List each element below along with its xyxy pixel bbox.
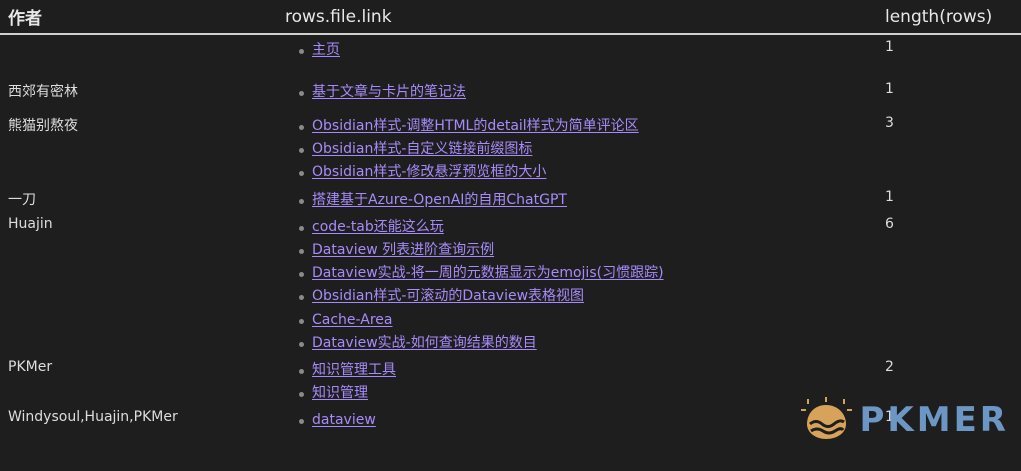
list-item: Dataview实战-将一周的元数据显示为emojis(习惯跟踪) — [299, 262, 876, 285]
count-cell: 3 — [885, 115, 894, 131]
links-cell: 知识管理工具 知识管理 — [277, 355, 877, 405]
pkmer-watermark: PKMER — [801, 397, 1009, 443]
list-item: 知识管理 — [299, 382, 876, 405]
list-item: 知识管理工具 — [299, 359, 876, 382]
author-cell: Windysoul,Huajin,PKMer — [8, 409, 178, 426]
author-cell: 西郊有密林 — [8, 84, 78, 100]
table-row: 西郊有密林 基于文章与卡片的笔记法 1 — [0, 77, 1021, 111]
note-link[interactable]: Dataview实战-如何查询结果的数目 — [312, 335, 537, 351]
count-cell: 6 — [885, 215, 894, 232]
note-link[interactable]: 知识管理 — [312, 385, 368, 401]
dataview-table: 作者 rows.file.link length(rows) 主页 1 西郊有密… — [0, 0, 1021, 432]
table-header-row: 作者 rows.file.link length(rows) — [0, 0, 1021, 35]
list-item: Obsidian样式-可滚动的Dataview表格视图 — [299, 285, 876, 308]
links-cell: dataview — [277, 405, 877, 432]
note-link[interactable]: Dataview 列表进阶查询示例 — [312, 242, 494, 258]
list-item: Dataview 列表进阶查询示例 — [299, 239, 876, 262]
note-link[interactable]: Obsidian样式-可滚动的Dataview表格视图 — [312, 288, 584, 304]
author-cell: 熊猫别熬夜 — [8, 118, 78, 134]
count-cell: 1 — [885, 39, 894, 55]
link-list: code-tab还能这么玩 Dataview 列表进阶查询示例 Dataview… — [299, 216, 876, 355]
column-header-links[interactable]: rows.file.link — [277, 0, 877, 35]
table-row: 一刀 搭建基于Azure-OpenAI的自用ChatGPT 1 — [0, 185, 1021, 212]
link-list: Obsidian样式-调整HTML的detail样式为简单评论区 Obsidia… — [299, 115, 876, 185]
note-link[interactable]: dataview — [312, 412, 376, 428]
list-item: Obsidian样式-修改悬浮预览框的大小 — [299, 161, 876, 184]
note-link[interactable]: Cache-Area — [312, 312, 393, 328]
dataview-table-view: 作者 rows.file.link length(rows) 主页 1 西郊有密… — [0, 0, 1021, 471]
list-item: code-tab还能这么玩 — [299, 216, 876, 239]
column-header-author[interactable]: 作者 — [0, 0, 277, 35]
list-item: 主页 — [299, 39, 876, 62]
note-link[interactable]: code-tab还能这么玩 — [312, 219, 444, 235]
table-row: 熊猫别熬夜 Obsidian样式-调整HTML的detail样式为简单评论区 O… — [0, 111, 1021, 185]
list-item: dataview — [299, 409, 876, 432]
note-link[interactable]: Dataview实战-将一周的元数据显示为emojis(习惯跟踪) — [312, 265, 664, 281]
author-cell: Huajin — [8, 215, 53, 232]
list-item: 搭建基于Azure-OpenAI的自用ChatGPT — [299, 189, 876, 212]
links-cell: code-tab还能这么玩 Dataview 列表进阶查询示例 Dataview… — [277, 212, 877, 355]
author-cell: 一刀 — [8, 191, 36, 208]
link-list: 知识管理工具 知识管理 — [299, 359, 876, 405]
note-link[interactable]: Obsidian样式-调整HTML的detail样式为简单评论区 — [312, 118, 639, 134]
pkmer-logo-text: PKMER — [859, 400, 1009, 440]
link-list: 主页 — [299, 39, 876, 62]
links-cell: Obsidian样式-调整HTML的detail样式为简单评论区 Obsidia… — [277, 111, 877, 185]
column-header-count[interactable]: length(rows) — [877, 0, 1021, 35]
link-list: 搭建基于Azure-OpenAI的自用ChatGPT — [299, 189, 876, 212]
note-link[interactable]: 基于文章与卡片的笔记法 — [312, 84, 466, 100]
list-item: Cache-Area — [299, 309, 876, 332]
note-link[interactable]: 知识管理工具 — [312, 362, 396, 378]
list-item: Dataview实战-如何查询结果的数目 — [299, 332, 876, 355]
list-item: 基于文章与卡片的笔记法 — [299, 81, 876, 104]
links-cell: 主页 — [277, 34, 877, 77]
table-row: Huajin code-tab还能这么玩 Dataview 列表进阶查询示例 D… — [0, 212, 1021, 355]
list-item: Obsidian样式-调整HTML的detail样式为简单评论区 — [299, 115, 876, 138]
links-cell: 基于文章与卡片的笔记法 — [277, 77, 877, 111]
links-cell: 搭建基于Azure-OpenAI的自用ChatGPT — [277, 185, 877, 212]
link-list: dataview — [299, 409, 876, 432]
author-cell: PKMer — [8, 358, 53, 375]
note-link[interactable]: 搭建基于Azure-OpenAI的自用ChatGPT — [312, 192, 567, 208]
count-cell: 1 — [885, 188, 894, 205]
list-item: Obsidian样式-自定义链接前缀图标 — [299, 138, 876, 161]
note-link[interactable]: Obsidian样式-修改悬浮预览框的大小 — [312, 164, 546, 180]
pkmer-logo-icon — [801, 397, 853, 439]
table-row: 主页 1 — [0, 34, 1021, 77]
note-link[interactable]: Obsidian样式-自定义链接前缀图标 — [312, 141, 532, 157]
author-cell — [0, 34, 277, 77]
note-link[interactable]: 主页 — [312, 42, 340, 58]
count-cell: 1 — [885, 81, 894, 97]
link-list: 基于文章与卡片的笔记法 — [299, 81, 876, 104]
